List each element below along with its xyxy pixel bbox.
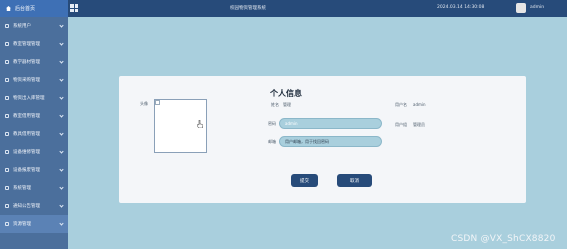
cancel-button[interactable]: 取消 (337, 174, 372, 187)
avatar-label: 头像 (140, 101, 148, 106)
menu-icon (5, 150, 9, 154)
sidebar: 系统用户 教室管理管理 教学器材管理 物资采购管理 物资出入库管理 教室借用管理… (0, 17, 68, 249)
menu-icon (5, 186, 9, 190)
name-value: 管理 (283, 102, 291, 107)
password-label: 密码 (268, 121, 276, 126)
chevron-down-icon (59, 149, 64, 154)
chevron-down-icon (59, 203, 64, 208)
menu-icon (5, 96, 9, 100)
sidebar-item-stock[interactable]: 物资出入库管理 (0, 89, 68, 107)
home-label: 后台首页 (15, 6, 36, 12)
sidebar-item-scrap[interactable]: 设备报废管理 (0, 161, 68, 179)
email-field[interactable]: 用户邮箱，用于找回密码 (279, 136, 382, 147)
sidebar-item-repair[interactable]: 设备维修管理 (0, 143, 68, 161)
menu-toggle-icon[interactable] (70, 4, 78, 12)
resource-icon (5, 222, 9, 226)
sidebar-item-classroom[interactable]: 教室管理管理 (0, 35, 68, 53)
password-field[interactable]: admin (279, 118, 382, 129)
broken-image-icon (155, 100, 160, 105)
sidebar-item-system[interactable]: 系统管理 (0, 179, 68, 197)
menu-icon (5, 60, 9, 64)
sidebar-item-room-borrow[interactable]: 教室借用管理 (0, 107, 68, 125)
chevron-down-icon (59, 167, 64, 172)
user-avatar[interactable] (516, 3, 526, 13)
sidebar-item-notice[interactable]: 通知公告管理 (0, 197, 68, 215)
app-title: 校园物资管理系统 (230, 6, 266, 11)
submit-button[interactable]: 提交 (291, 174, 318, 187)
chevron-down-icon (59, 113, 64, 118)
role-label: 用户组 (395, 122, 407, 127)
chevron-down-icon (59, 77, 64, 82)
page-title: 个人信息 (270, 89, 302, 98)
account-label: 用户名 (395, 102, 407, 107)
menu-icon (5, 78, 9, 82)
chevron-down-icon (59, 221, 64, 226)
home-icon (6, 6, 11, 11)
chevron-down-icon (59, 41, 64, 46)
chevron-down-icon (59, 59, 64, 64)
watermark: CSDN @VX_ShCX8820 (451, 234, 556, 244)
chevron-down-icon (59, 131, 64, 136)
user-icon (5, 24, 9, 28)
hand-cursor-icon (197, 120, 203, 128)
menu-icon (5, 42, 9, 46)
home-link[interactable]: 后台首页 (0, 0, 68, 17)
username-label[interactable]: admin (530, 5, 544, 10)
menu-icon (5, 132, 9, 136)
menu-icon (5, 204, 9, 208)
sidebar-item-purchase[interactable]: 物资采购管理 (0, 71, 68, 89)
email-label: 邮箱 (268, 139, 276, 144)
chevron-down-icon (59, 23, 64, 28)
menu-icon (5, 114, 9, 118)
name-label: 姓名 (271, 102, 279, 107)
chevron-down-icon (59, 185, 64, 190)
sidebar-item-tool-borrow[interactable]: 教具借用管理 (0, 125, 68, 143)
sidebar-item-resources[interactable]: 资源管理 (0, 215, 68, 233)
account-value: admin (413, 102, 426, 107)
sidebar-item-equipment[interactable]: 教学器材管理 (0, 53, 68, 71)
menu-icon (5, 168, 9, 172)
current-datetime: 2024.03.14 14:30:08 (437, 5, 485, 10)
sidebar-item-system-users[interactable]: 系统用户 (0, 17, 68, 35)
top-bar: 后台首页 校园物资管理系统 2024.03.14 14:30:08 admin (0, 0, 567, 17)
role-value: 管理员 (413, 122, 425, 127)
chevron-down-icon (59, 95, 64, 100)
